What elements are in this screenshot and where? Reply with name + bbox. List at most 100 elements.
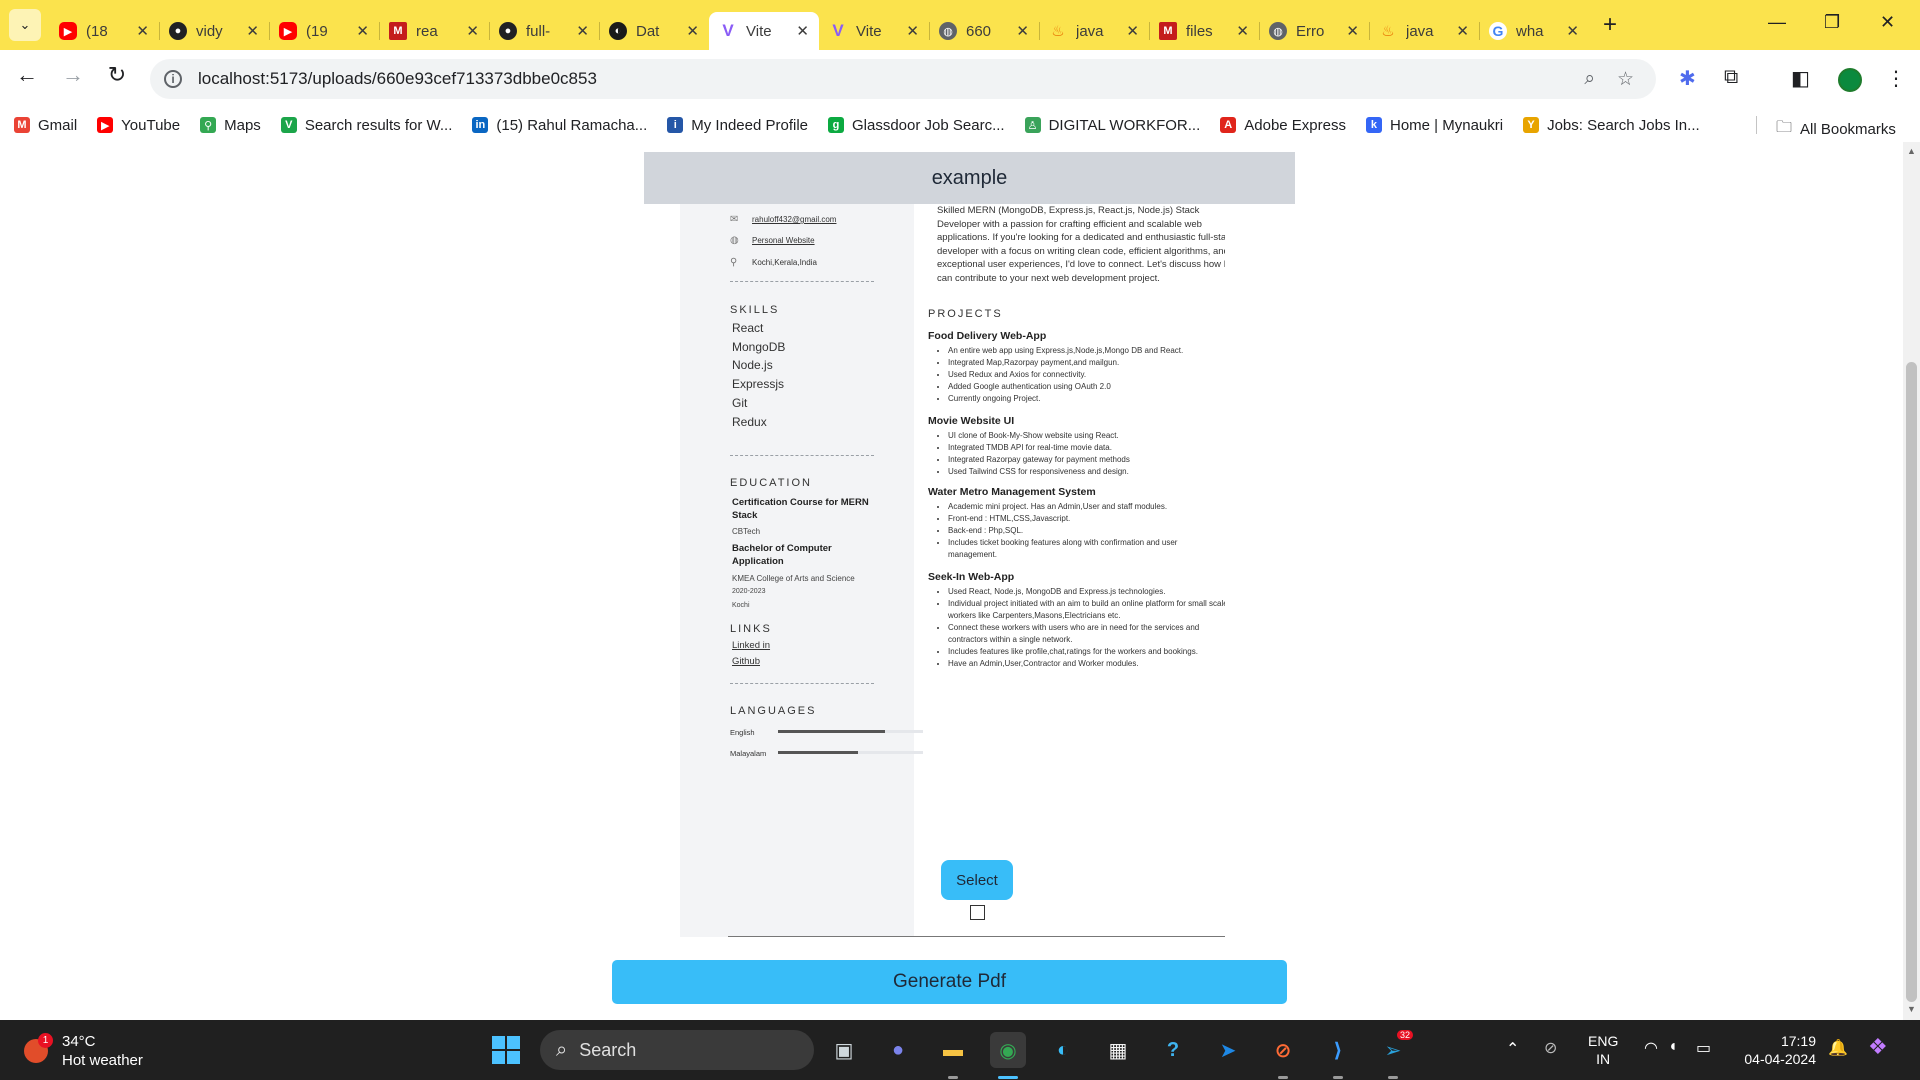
browser-tab[interactable]: V Vite ✕ bbox=[709, 12, 819, 50]
file-explorer-icon[interactable]: ▬ bbox=[935, 1032, 971, 1068]
tab-close-icon[interactable]: ✕ bbox=[246, 22, 259, 40]
dart-icon[interactable]: ➤ bbox=[1210, 1032, 1246, 1068]
menu-kebab-icon[interactable]: ⋮ bbox=[1886, 66, 1906, 91]
contact-email-text[interactable]: rahuloff432@gmail.com bbox=[752, 215, 836, 224]
all-bookmarks-button[interactable]: 🗀 All Bookmarks bbox=[1776, 116, 1896, 143]
tab-close-icon[interactable]: ✕ bbox=[1236, 22, 1249, 40]
site-info-icon[interactable]: i bbox=[164, 70, 182, 88]
copilot-icon[interactable]: ❖ bbox=[1868, 1034, 1888, 1060]
bookmark-star-icon[interactable]: ☆ bbox=[1617, 68, 1634, 91]
extensions-puzzle-icon[interactable]: ⧉ bbox=[1724, 66, 1738, 89]
tab-close-icon[interactable]: ✕ bbox=[356, 22, 369, 40]
browser-tab[interactable]: ♨ java ✕ bbox=[1369, 12, 1479, 50]
language-indicator[interactable]: ENG IN bbox=[1588, 1032, 1618, 1068]
bookmark-item[interactable]: V Search results for W... bbox=[280, 117, 452, 134]
tab-title: files bbox=[1186, 22, 1213, 40]
bookmark-item[interactable]: Y Jobs: Search Jobs In... bbox=[1523, 117, 1700, 134]
page-scrollbar[interactable]: ▲ ▼ bbox=[1903, 142, 1920, 1020]
bookmark-item[interactable]: ♙ DIGITAL WORKFOR... bbox=[1024, 117, 1200, 134]
select-button[interactable]: Select bbox=[941, 860, 1013, 900]
browser-tab[interactable]: Gwha ✕ bbox=[1479, 12, 1589, 50]
scroll-down-icon[interactable]: ▼ bbox=[1907, 1004, 1916, 1014]
scroll-up-icon[interactable]: ▲ bbox=[1907, 146, 1916, 156]
weather-alert-badge: 1 bbox=[38, 1033, 53, 1048]
back-icon[interactable]: ← bbox=[10, 62, 44, 88]
notification-bell-icon[interactable]: 🔔 bbox=[1828, 1038, 1848, 1058]
tab-close-icon[interactable]: ✕ bbox=[1456, 22, 1469, 40]
tab-close-icon[interactable]: ✕ bbox=[1016, 22, 1029, 40]
tray-overflow-icon[interactable]: ⌃ bbox=[1506, 1039, 1519, 1059]
browser-tab[interactable]: ● vidy ✕ bbox=[159, 12, 269, 50]
browser-tab[interactable]: ◍ Erro ✕ bbox=[1259, 12, 1369, 50]
bookmark-item[interactable]: g Glassdoor Job Searc... bbox=[828, 117, 1005, 134]
weather-widget[interactable]: 1 34°C Hot weather bbox=[24, 1032, 143, 1070]
wifi-icon[interactable]: ◠ bbox=[1644, 1038, 1658, 1058]
tab-close-icon[interactable]: ✕ bbox=[136, 22, 149, 40]
teams-chat-icon[interactable]: ● bbox=[880, 1032, 916, 1068]
tab-close-icon[interactable]: ✕ bbox=[906, 22, 919, 40]
github-link[interactable]: Github bbox=[732, 656, 760, 667]
bookmark-item[interactable]: i My Indeed Profile bbox=[667, 117, 808, 134]
bookmark-item[interactable]: k Home | Mynaukri bbox=[1365, 117, 1503, 134]
forward-icon[interactable]: → bbox=[56, 62, 90, 88]
tab-title: java bbox=[1406, 22, 1434, 40]
postman-icon[interactable]: ⊘ bbox=[1265, 1032, 1301, 1068]
select-checkbox[interactable] bbox=[970, 905, 985, 920]
browser-tab[interactable]: ◍ 660 ✕ bbox=[929, 12, 1039, 50]
running-indicator bbox=[1333, 1076, 1343, 1079]
tab-close-icon[interactable]: ✕ bbox=[1126, 22, 1139, 40]
extension-snowflake-icon[interactable]: ✱ bbox=[1679, 66, 1696, 91]
tab-close-icon[interactable]: ✕ bbox=[466, 22, 479, 40]
resume-bottom-rule bbox=[728, 936, 1225, 937]
bookmark-item[interactable]: A Adobe Express bbox=[1220, 117, 1346, 134]
side-panel-icon[interactable]: ◧ bbox=[1791, 66, 1810, 91]
battery-icon[interactable]: ▭ bbox=[1696, 1038, 1711, 1058]
tab-title: 660 bbox=[966, 22, 992, 40]
reload-icon[interactable]: ↻ bbox=[100, 62, 134, 88]
tab-search-button[interactable]: ⌄ bbox=[9, 9, 41, 41]
tips-icon[interactable]: ? bbox=[1155, 1032, 1191, 1068]
address-bar[interactable]: i localhost:5173/uploads/660e93cef713373… bbox=[150, 59, 1656, 99]
linkedin-link[interactable]: Linked in bbox=[732, 640, 770, 651]
bookmark-item[interactable]: in (15) Rahul Ramacha... bbox=[472, 117, 647, 134]
generate-pdf-button[interactable]: Generate Pdf bbox=[612, 960, 1287, 1004]
browser-tab[interactable]: ▶ (19 ✕ bbox=[269, 12, 379, 50]
browser-tab[interactable]: Mrea ✕ bbox=[379, 12, 489, 50]
chrome-icon[interactable]: ◉ bbox=[990, 1032, 1026, 1068]
restore-icon[interactable]: ❐ bbox=[1824, 12, 1840, 33]
close-window-icon[interactable]: ✕ bbox=[1880, 12, 1895, 33]
vite-icon: V bbox=[832, 21, 844, 40]
vscode-icon[interactable]: ⟩ bbox=[1320, 1032, 1356, 1068]
bookmark-item[interactable]: ⚲ Maps bbox=[200, 117, 261, 134]
bookmark-item[interactable]: ▶ YouTube bbox=[97, 117, 180, 134]
tab-close-icon[interactable]: ✕ bbox=[686, 22, 699, 40]
education-place: Kochi bbox=[732, 602, 750, 609]
taskbar-search[interactable]: ⌕ Search bbox=[540, 1030, 814, 1070]
browser-tab[interactable]: ● full- ✕ bbox=[489, 12, 599, 50]
browser-tab[interactable]: V Vite ✕ bbox=[819, 12, 929, 50]
browser-tab[interactable]: ◐ Dat ✕ bbox=[599, 12, 709, 50]
contact-website-text[interactable]: Personal Website bbox=[752, 236, 815, 245]
clock[interactable]: 17:19 04-04-2024 bbox=[1738, 1032, 1816, 1068]
browser-tab[interactable]: ♨ java ✕ bbox=[1039, 12, 1149, 50]
task-view-icon[interactable]: ▣ bbox=[826, 1032, 862, 1068]
url-text[interactable]: localhost:5173/uploads/660e93cef713373db… bbox=[198, 69, 1584, 89]
browser-tab[interactable]: ▶ (18 ✕ bbox=[49, 12, 159, 50]
minimize-icon[interactable]: — bbox=[1768, 12, 1786, 33]
edge-icon[interactable]: ◐ bbox=[1045, 1032, 1081, 1068]
browser-tab[interactable]: Mfiles ✕ bbox=[1149, 12, 1259, 50]
scrollbar-thumb[interactable] bbox=[1906, 362, 1917, 1002]
start-button[interactable] bbox=[492, 1036, 520, 1064]
telegram-icon[interactable]: ➢ 32 bbox=[1375, 1030, 1414, 1068]
new-tab-button[interactable]: + bbox=[1603, 11, 1617, 39]
network-off-icon[interactable]: ⊘ bbox=[1544, 1038, 1557, 1058]
tab-close-icon[interactable]: ✕ bbox=[576, 22, 589, 40]
tab-close-icon[interactable]: ✕ bbox=[1346, 22, 1359, 40]
ms-store-icon[interactable]: ▦ bbox=[1100, 1032, 1136, 1068]
tab-close-icon[interactable]: ✕ bbox=[796, 22, 809, 40]
zoom-icon[interactable]: ⌕ bbox=[1584, 68, 1595, 90]
profile-avatar[interactable] bbox=[1838, 68, 1862, 92]
tab-close-icon[interactable]: ✕ bbox=[1566, 22, 1579, 40]
bookmark-item[interactable]: M Gmail bbox=[14, 117, 77, 134]
volume-icon[interactable]: ◖ bbox=[1668, 1038, 1678, 1056]
